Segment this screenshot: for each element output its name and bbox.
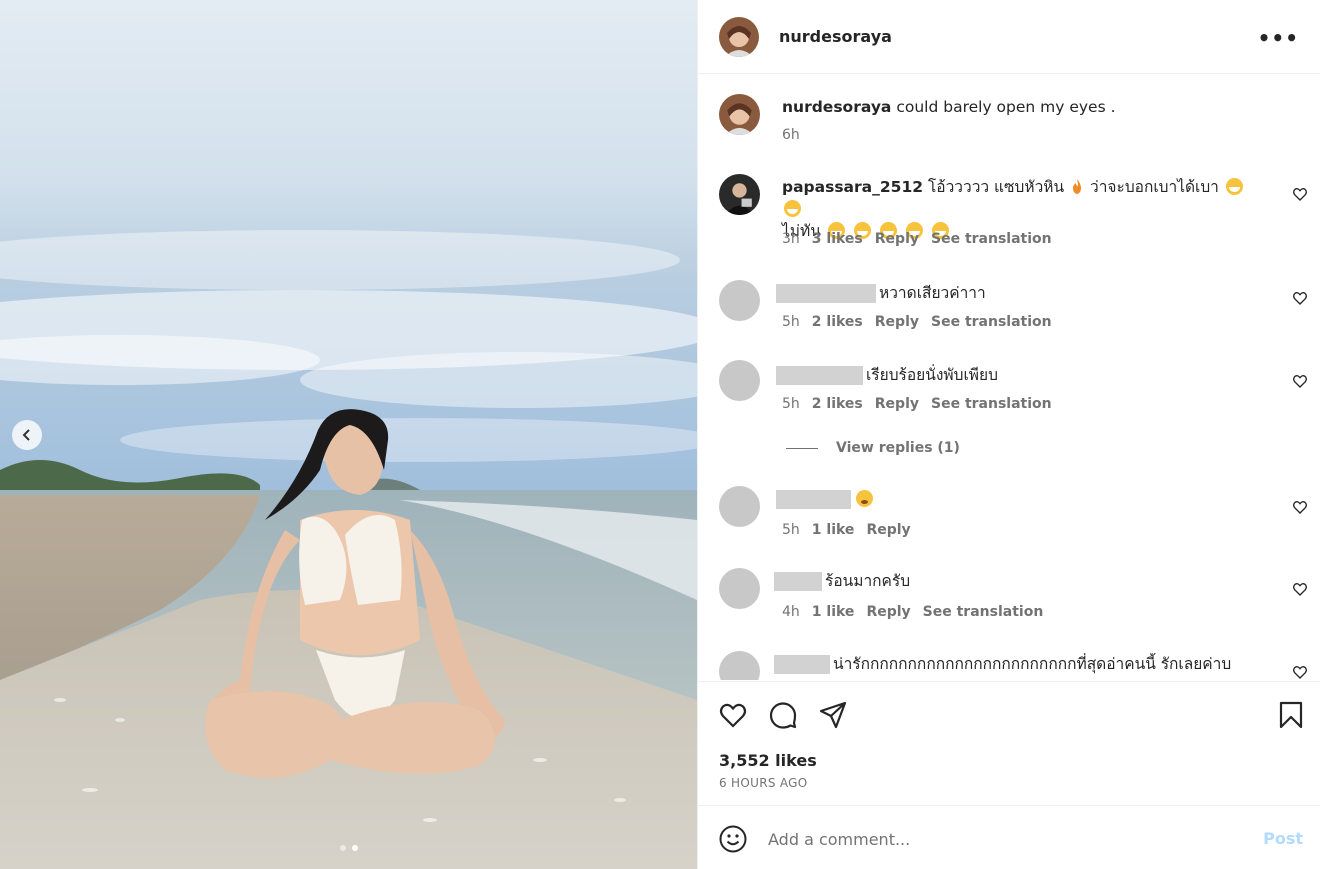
view-replies-label: View replies (1) xyxy=(836,440,960,456)
see-translation-button[interactable]: See translation xyxy=(931,314,1052,330)
emoji-icon[interactable] xyxy=(718,824,748,854)
comment-body: ร้อนมากครับ xyxy=(825,572,911,590)
comment-time[interactable]: 5h xyxy=(782,314,800,330)
post-header: nurdesoraya ••• xyxy=(698,0,1320,74)
commenter-avatar[interactable] xyxy=(719,651,760,680)
comment-body: หวาดเสียวค่าาา xyxy=(879,284,986,302)
carousel-indicator xyxy=(0,845,697,851)
comment-likes[interactable]: 1 like xyxy=(812,604,855,620)
carousel-prev-button[interactable] xyxy=(12,420,42,450)
comment-body-part2: ว่าจะบอกเบาได้เบา xyxy=(1090,178,1219,196)
beach-photo xyxy=(0,0,697,869)
flushed-emoji-icon xyxy=(856,490,873,507)
likes-count[interactable]: 3,552 likes xyxy=(719,751,817,770)
comment-text: เรียบร้อยนั่งพับเพียบ xyxy=(776,364,1266,386)
comment-body-part1: โอ้ววววว แซบหัวหิน xyxy=(927,178,1065,196)
caption-text: nurdesoraya could barely open my eyes . xyxy=(782,96,1266,118)
redacted-username[interactable] xyxy=(774,572,822,591)
commenter-avatar[interactable] xyxy=(719,486,760,527)
heart-icon[interactable] xyxy=(1292,499,1308,515)
comment-meta: 4h 1 like Reply See translation xyxy=(782,604,1043,620)
comment-likes[interactable]: 2 likes xyxy=(812,396,863,412)
post-photo[interactable] xyxy=(0,0,697,869)
author-avatar[interactable] xyxy=(719,16,759,57)
caption-time[interactable]: 6h xyxy=(782,127,800,143)
comment-icon[interactable] xyxy=(768,700,798,730)
redacted-username[interactable] xyxy=(776,366,863,385)
commenter-username[interactable]: papassara_2512 xyxy=(782,178,923,196)
comment-text: หวาดเสียวค่าาา xyxy=(776,282,1266,304)
reply-button[interactable]: Reply xyxy=(866,604,910,620)
heart-icon[interactable] xyxy=(718,700,748,730)
comment-likes[interactable]: 1 like xyxy=(812,522,855,538)
laughing-emoji-icon xyxy=(1225,178,1243,195)
reply-button[interactable]: Reply xyxy=(875,314,919,330)
comment-text xyxy=(776,488,1266,510)
bookmark-icon[interactable] xyxy=(1276,700,1306,730)
caption-username[interactable]: nurdesoraya xyxy=(782,98,891,116)
comment-input[interactable] xyxy=(766,824,1250,854)
comment-meta: 5h 2 likes Reply See translation xyxy=(782,314,1052,330)
comment-body: น่ารักกกกกกกกกกกกกกกกกกกกกกกที่สุดอ่าคนน… xyxy=(833,655,1232,673)
commenter-avatar[interactable] xyxy=(719,280,760,321)
comment-meta: 5h 2 likes Reply See translation xyxy=(782,396,1052,412)
see-translation-button[interactable]: See translation xyxy=(931,396,1052,412)
view-replies-divider xyxy=(786,447,818,449)
reply-button[interactable]: Reply xyxy=(875,396,919,412)
redacted-username[interactable] xyxy=(776,284,876,303)
fire-emoji-icon xyxy=(1073,179,1082,194)
see-translation-button[interactable]: See translation xyxy=(923,604,1044,620)
laughing-emoji-icon xyxy=(784,200,801,217)
redacted-username[interactable] xyxy=(774,655,830,674)
commenter-avatar[interactable] xyxy=(719,360,760,401)
comment-text: ร้อนมากครับ xyxy=(774,570,1266,592)
comment-time[interactable]: 5h xyxy=(782,396,800,412)
redacted-username[interactable] xyxy=(776,490,851,509)
carousel-dot-active xyxy=(351,845,358,851)
caption-avatar[interactable] xyxy=(719,94,760,135)
comment-meta: 5h 1 like Reply xyxy=(782,522,911,538)
reply-button[interactable]: Reply xyxy=(875,231,919,247)
post-actions: 3,552 likes 6 HOURS AGO xyxy=(698,681,1320,805)
post-comment-button[interactable]: Post xyxy=(1263,829,1303,848)
heart-icon[interactable] xyxy=(1292,186,1308,202)
post-timestamp[interactable]: 6 HOURS AGO xyxy=(719,776,808,790)
comment-meta: 3h 3 likes Reply See translation xyxy=(782,231,1052,247)
carousel-dot xyxy=(339,845,346,851)
post-side-panel: nurdesoraya ••• nurdesoraya could barely… xyxy=(697,0,1320,869)
heart-icon[interactable] xyxy=(1292,664,1308,680)
see-translation-button[interactable]: See translation xyxy=(931,231,1052,247)
add-comment-bar: Post xyxy=(698,805,1320,869)
comment-time[interactable]: 4h xyxy=(782,604,800,620)
post-viewer: nurdesoraya ••• nurdesoraya could barely… xyxy=(0,0,1320,869)
view-replies-button[interactable]: View replies (1) xyxy=(786,440,960,456)
caption-meta: 6h xyxy=(782,127,800,143)
comment-likes[interactable]: 3 likes xyxy=(812,231,863,247)
heart-icon[interactable] xyxy=(1292,290,1308,306)
chevron-left-icon xyxy=(22,429,30,441)
share-icon[interactable] xyxy=(818,700,848,730)
author-username[interactable]: nurdesoraya xyxy=(779,27,892,46)
heart-icon[interactable] xyxy=(1292,581,1308,597)
more-options-icon[interactable]: ••• xyxy=(1258,26,1299,50)
comment-time[interactable]: 3h xyxy=(782,231,800,247)
heart-icon[interactable] xyxy=(1292,373,1308,389)
caption-body: could barely open my eyes . xyxy=(896,98,1116,116)
comments-list: nurdesoraya could barely open my eyes . … xyxy=(698,74,1320,680)
commenter-avatar[interactable] xyxy=(719,568,760,609)
reply-button[interactable]: Reply xyxy=(866,522,910,538)
comment-likes[interactable]: 2 likes xyxy=(812,314,863,330)
comment-body: เรียบร้อยนั่งพับเพียบ xyxy=(866,366,998,384)
commenter-avatar[interactable] xyxy=(719,174,760,215)
comment-text: น่ารักกกกกกกกกกกกกกกกกกกกกกกที่สุดอ่าคนน… xyxy=(774,653,1281,675)
comment-time[interactable]: 5h xyxy=(782,522,800,538)
